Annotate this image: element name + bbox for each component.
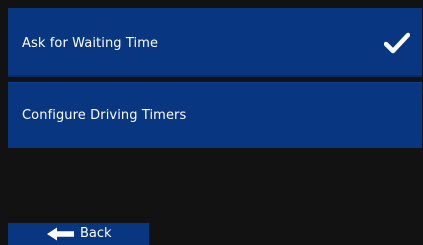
menu-item-label: Configure Driving Timers [22,108,187,123]
back-button-label: Back [80,226,112,241]
back-button[interactable]: Back [8,223,149,245]
settings-screen: Ask for Waiting Time Configure Driving T… [0,0,423,245]
checkmark-icon [384,32,410,54]
left-arrow-icon [47,227,74,241]
menu-item-label: Ask for Waiting Time [22,36,159,51]
menu-item-ask-for-waiting-time[interactable]: Ask for Waiting Time [8,8,422,77]
menu-item-configure-driving-timers[interactable]: Configure Driving Timers [8,82,422,148]
